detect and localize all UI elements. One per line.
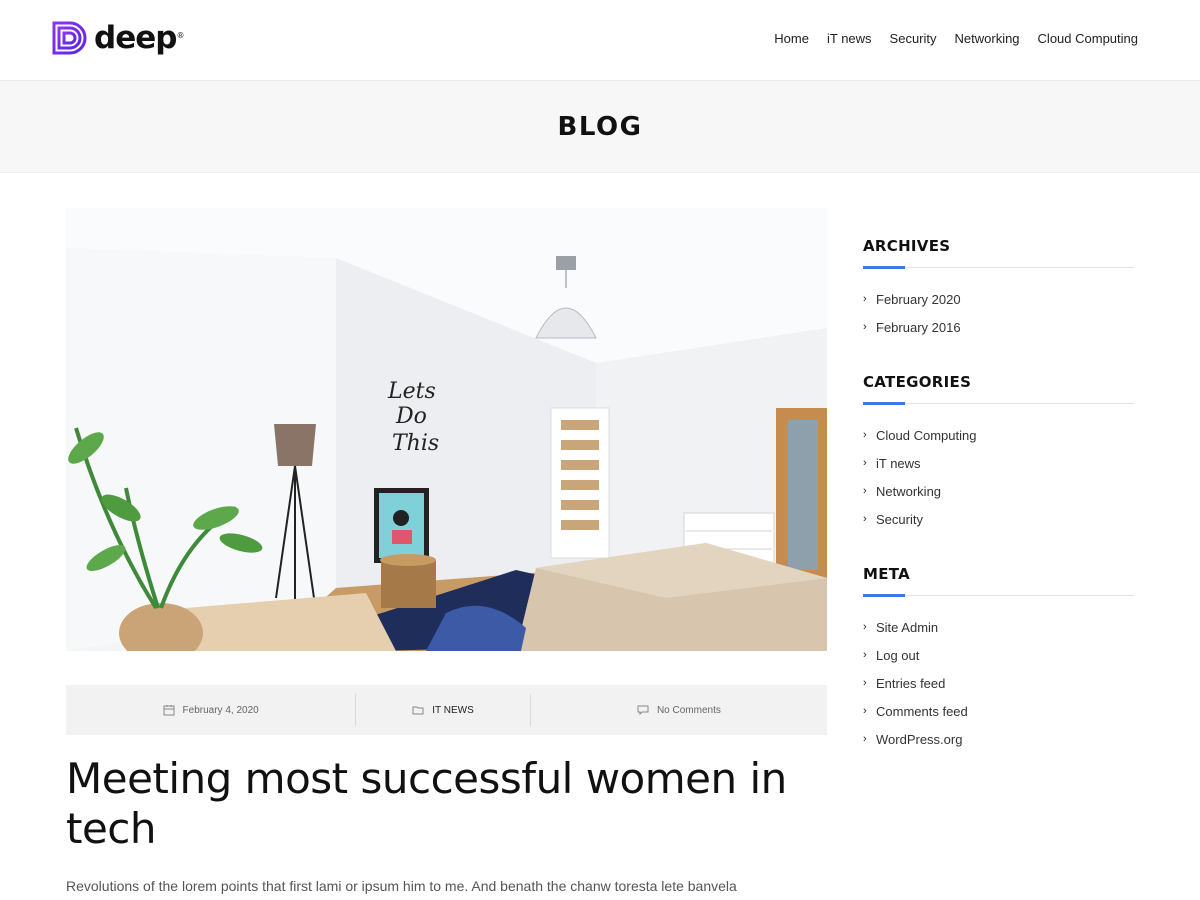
calendar-icon [163, 705, 175, 716]
chevron-right-icon: › [863, 733, 867, 745]
comment-icon [637, 705, 649, 716]
archive-item-label: February 2020 [876, 291, 961, 307]
widget-divider [863, 594, 1134, 597]
meta-item-site-admin[interactable]: › Site Admin [863, 613, 1134, 641]
categories-widget: CATEGORIES › Cloud Computing › iT news › Ne… [863, 372, 1134, 556]
chevron-right-icon: › [863, 649, 867, 661]
archives-title: ARCHIVES [863, 237, 951, 255]
widget-divider [863, 266, 1134, 269]
category-item-label: Security [876, 511, 923, 527]
sidebar: ARCHIVES › February 2020 › February 2016 C… [863, 236, 1134, 761]
chevron-right-icon: › [863, 485, 867, 497]
nav-it-news[interactable]: iT news [827, 31, 872, 46]
chevron-right-icon: › [863, 513, 867, 525]
post-excerpt: Revolutions of the lorem points that fir… [66, 878, 737, 894]
page-title: BLOG [557, 111, 643, 142]
brand-name: deep ® [94, 20, 184, 56]
meta-item-comments-feed[interactable]: › Comments feed [863, 697, 1134, 725]
svg-text:Do: Do [395, 404, 427, 429]
category-item[interactable]: › iT news [863, 449, 1134, 477]
nav-home[interactable]: Home [774, 31, 809, 46]
post-category-link[interactable]: IT NEWS [432, 705, 473, 716]
site-header: deep ® Home iT news Security Networking C… [0, 0, 1200, 81]
meta-list: › Site Admin › Log out › Entries feed › Comm… [863, 613, 1134, 753]
featured-image[interactable]: Lets Do This [66, 208, 827, 651]
post-comments-link[interactable]: No Comments [657, 705, 721, 716]
meta-item-label: Entries feed [876, 675, 946, 691]
archive-item[interactable]: › February 2016 [863, 313, 1134, 341]
category-item[interactable]: › Networking [863, 477, 1134, 505]
chevron-right-icon: › [863, 457, 867, 469]
nav-cloud-computing[interactable]: Cloud Computing [1038, 31, 1138, 46]
chevron-right-icon: › [863, 321, 867, 333]
post-date-text: February 4, 2020 [182, 704, 259, 716]
svg-text:This: This [392, 431, 439, 456]
deep-logo-icon [52, 21, 87, 55]
post-category: IT NEWS [356, 685, 530, 735]
post-comments: No Comments [531, 685, 827, 735]
categories-title: CATEGORIES [863, 373, 972, 391]
meta-title: META [863, 565, 911, 583]
category-item-label: iT news [876, 455, 921, 471]
chevron-right-icon: › [863, 293, 867, 305]
chevron-right-icon: › [863, 677, 867, 689]
chevron-right-icon: › [863, 429, 867, 441]
category-item[interactable]: › Cloud Computing [863, 421, 1134, 449]
archives-widget: ARCHIVES › February 2020 › February 2016 [863, 236, 1134, 364]
chevron-right-icon: › [863, 705, 867, 717]
categories-list: › Cloud Computing › iT news › Networking › S… [863, 421, 1134, 533]
post-title[interactable]: Meeting most successful women in tech [66, 754, 827, 854]
archive-item-label: February 2016 [876, 319, 961, 335]
svg-text:Lets: Lets [387, 379, 436, 404]
meta-item-log-out[interactable]: › Log out [863, 641, 1134, 669]
nav-security[interactable]: Security [890, 31, 937, 46]
meta-item-label: WordPress.org [876, 731, 963, 747]
page-title-band: BLOG [0, 81, 1200, 173]
chevron-right-icon: › [863, 621, 867, 633]
meta-item-label: Comments feed [876, 703, 968, 719]
main-navigation: Home iT news Security Networking Cloud C… [774, 31, 1138, 46]
post-meta-bar: February 4, 2020 IT NEWS No Comments [66, 685, 827, 735]
meta-item-wordpress-org[interactable]: › WordPress.org [863, 725, 1134, 753]
meta-item-label: Log out [876, 647, 920, 663]
post-date: February 4, 2020 [66, 685, 355, 735]
registered-mark: ® [176, 31, 184, 40]
site-logo[interactable]: deep ® [52, 20, 184, 56]
archive-item[interactable]: › February 2020 [863, 285, 1134, 313]
category-item-label: Cloud Computing [876, 427, 977, 443]
bedroom-photo: Lets Do This [66, 208, 827, 651]
nav-networking[interactable]: Networking [955, 31, 1020, 46]
folder-icon [412, 706, 424, 715]
archives-list: › February 2020 › February 2016 [863, 285, 1134, 341]
widget-divider [863, 402, 1134, 405]
meta-item-entries-feed[interactable]: › Entries feed [863, 669, 1134, 697]
category-item-label: Networking [876, 483, 942, 499]
meta-widget: META › Site Admin › Log out › Entries feed … [863, 564, 1134, 753]
meta-item-label: Site Admin [876, 619, 939, 635]
category-item[interactable]: › Security [863, 505, 1134, 533]
